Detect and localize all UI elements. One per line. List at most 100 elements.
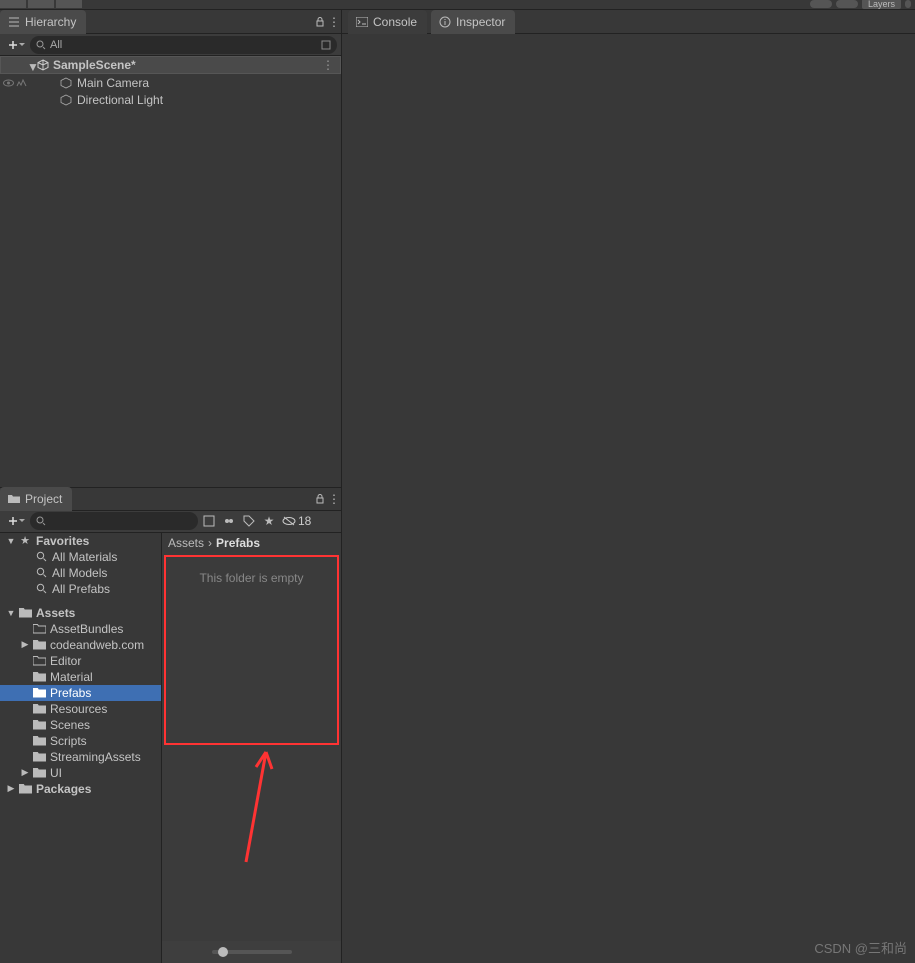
tree-item-label: All Prefabs [52, 582, 110, 596]
gameobject-icon [60, 94, 72, 106]
project-search-input[interactable] [50, 515, 192, 527]
annotation-highlight [164, 555, 339, 745]
hierarchy-icon [8, 16, 20, 28]
panel-menu-icon[interactable]: ⋮ [327, 492, 341, 506]
create-dropdown[interactable] [4, 512, 28, 530]
scene-row[interactable]: ▼ SampleScene* ⋮ [0, 56, 341, 74]
favorite-item[interactable]: All Models [0, 565, 161, 581]
search-mode-icon[interactable] [321, 40, 331, 50]
tab-inspector[interactable]: Inspector [431, 10, 515, 34]
search-icon [34, 582, 48, 596]
search-by-label-icon[interactable] [220, 512, 238, 530]
inspector-label: Inspector [456, 15, 505, 29]
asset-folder-streamingassets[interactable]: StreamingAssets [0, 749, 161, 765]
asset-folder-material[interactable]: Material [0, 669, 161, 685]
chevron-right-icon: › [208, 536, 212, 550]
cloud-button[interactable] [810, 0, 832, 8]
thumbnail-size-slider[interactable] [212, 950, 292, 954]
hierarchy-toolbar [0, 34, 341, 56]
tree-item-label: Editor [50, 654, 81, 668]
star-icon: ★ [18, 534, 32, 548]
search-by-type-icon[interactable] [200, 512, 218, 530]
folder-icon [32, 766, 46, 780]
top-toolbar: Layers [0, 0, 915, 10]
expand-arrow-icon[interactable]: ▼ [6, 608, 16, 618]
hierarchy-search[interactable] [30, 36, 337, 54]
favorite-item[interactable]: All Prefabs [0, 581, 161, 597]
tree-item-label: codeandweb.com [50, 638, 144, 652]
folder-icon [32, 734, 46, 748]
lock-icon[interactable] [313, 15, 327, 29]
tab-project[interactable]: Project [0, 487, 72, 511]
folder-icon [8, 494, 20, 504]
folder-icon [32, 670, 46, 684]
breadcrumb: Assets › Prefabs [162, 533, 341, 553]
step-button[interactable] [56, 0, 82, 8]
tree-item-label: Scripts [50, 734, 87, 748]
hierarchy-search-input[interactable] [50, 39, 317, 51]
tree-item-label: All Models [52, 566, 107, 580]
asset-folder-codeandweb-com[interactable]: ▶ codeandweb.com [0, 637, 161, 653]
expand-arrow-icon[interactable]: ▶ [6, 783, 16, 794]
watermark: CSDN @三和尚 [814, 938, 907, 957]
asset-folder-prefabs[interactable]: Prefabs [0, 685, 161, 701]
folder-icon [32, 750, 46, 764]
assets-header[interactable]: ▼Assets [0, 605, 161, 621]
tree-item-label: Material [50, 670, 93, 684]
project-content-area: Assets › Prefabs This folder is empty [162, 533, 341, 963]
favorites-header[interactable]: ▼★Favorites [0, 533, 161, 549]
gameobject-label: Directional Light [77, 93, 163, 107]
tree-item-label: Prefabs [50, 686, 91, 700]
expand-arrow-icon[interactable]: ▶ [20, 639, 30, 650]
asset-folder-scripts[interactable]: Scripts [0, 733, 161, 749]
tree-item-label: Packages [36, 782, 91, 796]
account-button[interactable] [836, 0, 858, 8]
expand-arrow-icon[interactable]: ▼ [27, 60, 39, 74]
folder-icon [32, 702, 46, 716]
tree-item-label: Resources [50, 702, 107, 716]
project-search[interactable] [30, 512, 198, 530]
project-footer [162, 941, 341, 963]
save-filter-icon[interactable]: ★ [260, 512, 278, 530]
asset-folder-editor[interactable]: Editor [0, 653, 161, 669]
folder-icon [32, 686, 46, 700]
asset-folder-assetbundles[interactable]: AssetBundles [0, 621, 161, 637]
hidden-items[interactable]: 18 [280, 514, 313, 528]
folder-icon [32, 622, 46, 636]
folder-contents[interactable]: This folder is empty [164, 555, 339, 940]
search-icon [36, 40, 46, 50]
breadcrumb-root[interactable]: Assets [168, 536, 204, 550]
asset-folder-resources[interactable]: Resources [0, 701, 161, 717]
asset-folder-ui[interactable]: ▶UI [0, 765, 161, 781]
visibility-icons[interactable] [2, 78, 27, 88]
expand-arrow-icon[interactable]: ▼ [6, 536, 16, 546]
tab-hierarchy[interactable]: Hierarchy [0, 10, 86, 34]
scene-menu-icon[interactable]: ⋮ [322, 58, 334, 72]
lock-icon[interactable] [313, 492, 327, 506]
breadcrumb-current[interactable]: Prefabs [216, 536, 260, 550]
folder-icon [18, 782, 32, 796]
project-tab-bar: Project ⋮ [0, 487, 341, 511]
favorite-item[interactable]: All Materials [0, 549, 161, 565]
pause-button[interactable] [28, 0, 54, 8]
tag-icon[interactable] [240, 512, 258, 530]
packages-header[interactable]: ▶ Packages [0, 781, 161, 797]
search-icon [36, 516, 46, 526]
hierarchy-title: Hierarchy [25, 15, 76, 29]
play-button[interactable] [0, 0, 26, 8]
console-icon [356, 17, 368, 27]
gameobject-row[interactable]: Directional Light [0, 91, 341, 108]
tab-console[interactable]: Console [348, 10, 427, 34]
asset-folder-scenes[interactable]: Scenes [0, 717, 161, 733]
gameobject-label: Main Camera [77, 76, 149, 90]
panel-menu-icon[interactable]: ⋮ [327, 15, 341, 29]
console-label: Console [373, 15, 417, 29]
gameobject-row[interactable]: Main Camera [0, 74, 341, 91]
layout-dropdown[interactable] [905, 0, 911, 8]
create-dropdown[interactable] [4, 36, 28, 54]
layers-dropdown[interactable]: Layers [862, 0, 901, 9]
project-toolbar: ★ 18 [0, 511, 341, 533]
hierarchy-tab-bar: Hierarchy ⋮ [0, 10, 341, 34]
folder-icon [18, 606, 32, 620]
expand-arrow-icon[interactable]: ▶ [20, 767, 30, 778]
